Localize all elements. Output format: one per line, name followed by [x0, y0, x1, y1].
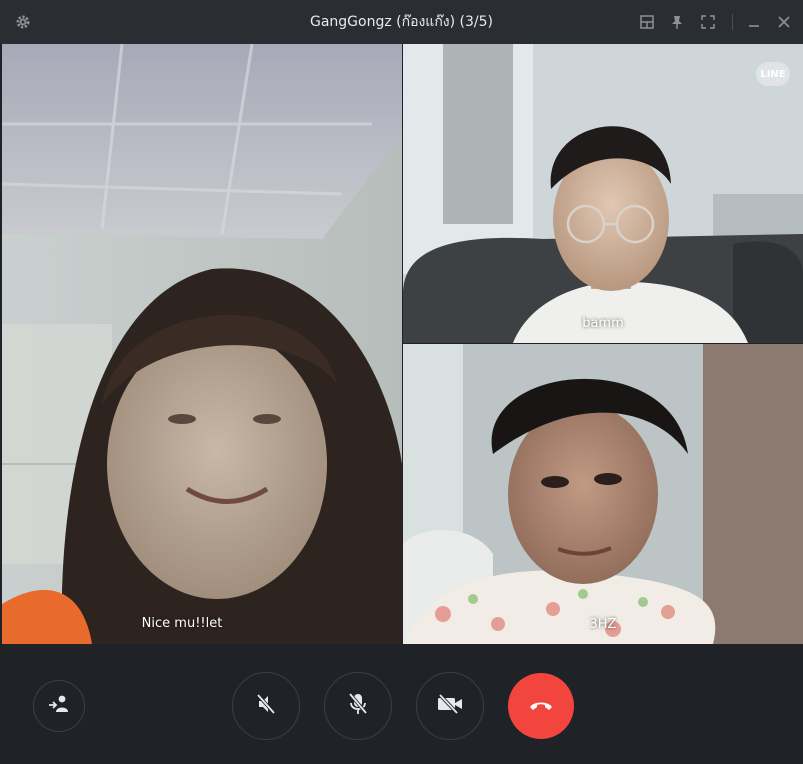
participant-video — [2, 44, 402, 644]
participant-name: 3HZ — [589, 617, 617, 632]
participant-video — [403, 44, 803, 343]
microphone-toggle-button[interactable] — [324, 672, 392, 740]
end-call-icon — [529, 697, 553, 716]
fullscreen-icon[interactable] — [698, 12, 718, 32]
participant-video — [403, 344, 803, 644]
video-tile-main[interactable]: Nice mu!!let — [2, 44, 402, 644]
line-logo: LINE — [756, 62, 790, 86]
end-call-button[interactable] — [508, 673, 574, 739]
screen-share-icon — [48, 694, 70, 718]
participant-name: bamm — [582, 316, 624, 331]
close-icon[interactable] — [774, 12, 794, 32]
camera-toggle-button[interactable] — [416, 672, 484, 740]
title-bar: GangGongz (ก๊องแก๊ง) (3/5) — [0, 0, 803, 44]
call-controls — [0, 644, 803, 764]
participant-name: Nice mu!!let — [141, 616, 223, 631]
speaker-toggle-button[interactable] — [232, 672, 300, 740]
speaker-muted-icon — [255, 693, 277, 719]
mic-muted-icon — [347, 692, 369, 720]
video-tile-bottom-right[interactable]: 3HZ — [403, 344, 803, 644]
camera-off-icon — [436, 693, 464, 718]
titlebar-divider — [732, 14, 733, 30]
minimize-icon[interactable] — [744, 12, 764, 32]
layout-icon[interactable] — [637, 12, 657, 32]
video-tile-top-right[interactable]: LINE bamm — [403, 44, 803, 343]
pin-icon[interactable] — [667, 12, 687, 32]
screen-share-button[interactable] — [33, 680, 85, 732]
